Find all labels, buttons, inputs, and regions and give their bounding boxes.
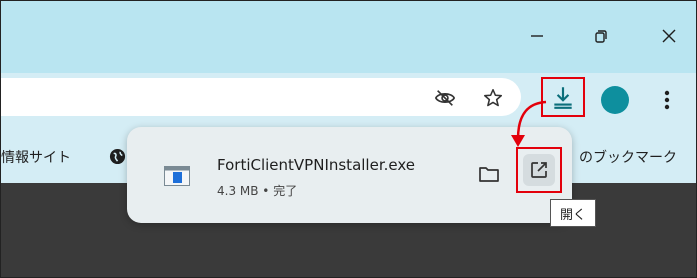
- eye-off-icon[interactable]: [434, 87, 456, 109]
- open-file-button-bg: [523, 154, 555, 186]
- exe-file-icon: [164, 166, 190, 186]
- restore-button[interactable]: [581, 21, 621, 51]
- file-status: 4.3 MB • 完了: [217, 184, 298, 198]
- globe-icon[interactable]: [109, 148, 126, 165]
- minimize-icon: [531, 35, 543, 37]
- close-icon: [662, 29, 676, 43]
- more-vert-icon: [664, 90, 670, 110]
- open-file-button[interactable]: [516, 147, 562, 193]
- folder-icon: [479, 167, 499, 182]
- address-bar[interactable]: [1, 78, 521, 116]
- more-vert-button[interactable]: [653, 85, 681, 115]
- file-name[interactable]: FortiClientVPNInstaller.exe: [217, 156, 415, 174]
- minimize-button[interactable]: [517, 21, 557, 51]
- restore-icon: [595, 30, 607, 43]
- bookmark-item-my-bookmarks[interactable]: のブックマーク: [579, 147, 677, 167]
- open-external-icon: [531, 162, 547, 178]
- avatar[interactable]: [601, 86, 629, 114]
- bookmark-item-info-site[interactable]: 情報サイト: [1, 147, 71, 167]
- download-bubble: FortiClientVPNInstaller.exe 4.3 MB • 完了: [127, 127, 572, 223]
- close-button[interactable]: [649, 21, 689, 51]
- download-button[interactable]: [541, 77, 585, 117]
- title-bar: [1, 1, 696, 73]
- show-in-folder-button[interactable]: [477, 163, 501, 185]
- toolbar: [1, 73, 696, 121]
- star-icon[interactable]: [482, 87, 504, 109]
- open-tooltip: 開く: [550, 199, 596, 227]
- download-icon: [554, 87, 572, 109]
- browser-window: 情報サイト のブックマーク FortiClientVPNInstaller.ex…: [0, 0, 697, 278]
